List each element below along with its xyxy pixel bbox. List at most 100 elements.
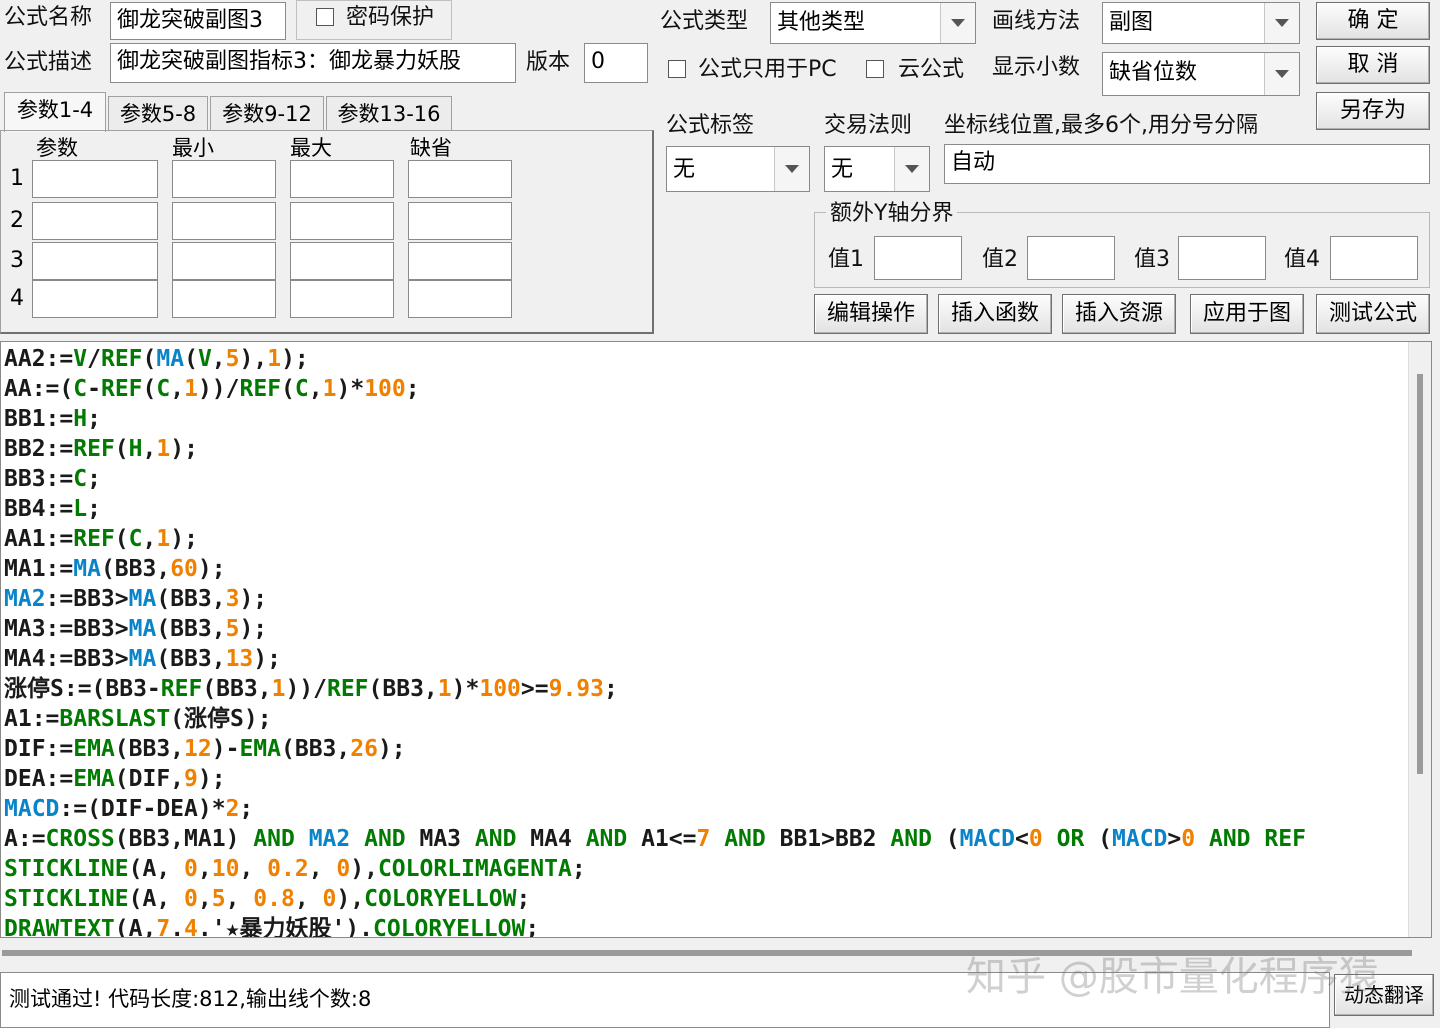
- name-label: 公式名称: [4, 5, 93, 30]
- code-token: AA1:=: [4, 526, 74, 552]
- code-token: V: [197, 346, 212, 372]
- chevron-down-icon[interactable]: [894, 147, 929, 191]
- code-token: ,: [197, 856, 212, 882]
- code-token: 2: [225, 796, 240, 822]
- test-button[interactable]: 测试公式: [1316, 294, 1430, 334]
- axis-input[interactable]: 自动: [944, 144, 1430, 184]
- tab-params-13-16[interactable]: 参数13-16: [326, 96, 452, 130]
- param-1-max[interactable]: [290, 160, 394, 198]
- yaxis-input-1[interactable]: [874, 236, 962, 280]
- yaxis-input-2[interactable]: [1027, 236, 1115, 280]
- param-2-name[interactable]: [32, 202, 158, 240]
- param-4-default[interactable]: [408, 280, 512, 318]
- decimal-select[interactable]: 缺省位数: [1102, 52, 1300, 96]
- code-line: AA2:=V/REF(MA(V,5),1);: [4, 344, 1306, 374]
- type-select[interactable]: 其他类型: [770, 2, 976, 44]
- code-token: BB1:=: [4, 406, 74, 432]
- param-2-min[interactable]: [172, 202, 276, 240]
- desc-input[interactable]: 御龙突破副图指标3：御龙暴力妖股: [110, 43, 516, 83]
- param-3-default[interactable]: [408, 242, 512, 280]
- draw-select[interactable]: 副图: [1102, 2, 1300, 44]
- code-token: ),: [336, 886, 365, 912]
- code-token: ,: [142, 526, 157, 552]
- param-2-default[interactable]: [408, 202, 512, 240]
- yaxis-input-4[interactable]: [1330, 236, 1418, 280]
- type-value: 其他类型: [777, 10, 866, 35]
- chevron-down-icon[interactable]: [1264, 53, 1299, 95]
- code-token: ))/: [197, 376, 240, 402]
- code-token: 0: [184, 886, 198, 912]
- code-token: REF: [239, 376, 282, 402]
- param-4-min[interactable]: [172, 280, 276, 318]
- pc-only-checkbox[interactable]: [668, 60, 686, 78]
- code-token: MA: [73, 556, 101, 582]
- version-label: 版本: [526, 50, 571, 75]
- code-line: MA3:=BB3>MA(BB3,5);: [4, 614, 1306, 644]
- tag-select[interactable]: 无: [666, 146, 810, 192]
- param-3-name[interactable]: [32, 242, 158, 280]
- name-input[interactable]: 御龙突破副图3: [110, 2, 286, 40]
- apply-button[interactable]: 应用于图: [1190, 294, 1304, 334]
- version-input[interactable]: 0: [584, 43, 648, 83]
- insert-function-button[interactable]: 插入函数: [938, 294, 1052, 334]
- param-row-number: 2: [10, 208, 24, 233]
- tab-params-5-8[interactable]: 参数5-8: [108, 96, 208, 130]
- code-token: (: [184, 346, 198, 372]
- param-2-max[interactable]: [290, 202, 394, 240]
- code-line: A1:=BARSLAST(涨停S);: [4, 704, 1306, 734]
- scroll-thumb[interactable]: [1417, 374, 1423, 774]
- yaxis-input-3[interactable]: [1178, 236, 1266, 280]
- param-4-max[interactable]: [290, 280, 394, 318]
- code-token: (: [114, 526, 129, 552]
- tab-params-9-12[interactable]: 参数9-12: [210, 96, 324, 130]
- insert-resource-button[interactable]: 插入资源: [1062, 294, 1176, 334]
- code-token: 5: [211, 886, 226, 912]
- vertical-scrollbar[interactable]: [1408, 342, 1431, 937]
- code-line: DIF:=EMA(BB3,12)-EMA(BB3,26);: [4, 734, 1306, 764]
- chevron-down-icon[interactable]: [774, 147, 809, 191]
- code-editor[interactable]: AA2:=V/REF(MA(V,5),1); AA:=(C-REF(C,1))/R…: [0, 341, 1432, 938]
- code-token: MACD: [4, 796, 60, 822]
- code-token: 0: [1028, 826, 1043, 852]
- code-token: STICKLINE: [4, 856, 129, 882]
- code-token: REF: [73, 436, 115, 462]
- rule-label: 交易法则: [824, 113, 913, 138]
- code-token: -: [87, 376, 101, 402]
- cloud-checkbox[interactable]: [866, 60, 884, 78]
- rule-select[interactable]: 无: [824, 146, 930, 192]
- code-token: 1: [156, 436, 171, 462]
- draw-value: 副图: [1109, 10, 1154, 35]
- code-token: REF: [100, 346, 143, 372]
- code-text: AA2:=V/REF(MA(V,5),1); AA:=(C-REF(C,1))/R…: [4, 344, 1306, 937]
- param-header-name: 参数: [36, 136, 78, 160]
- param-1-default[interactable]: [408, 160, 512, 198]
- param-1-name[interactable]: [32, 160, 158, 198]
- code-token: 100: [479, 676, 521, 702]
- code-token: A:=: [4, 826, 46, 852]
- code-token: 0: [184, 856, 198, 882]
- save-as-button[interactable]: 另存为: [1316, 92, 1430, 130]
- tab-params-1-4[interactable]: 参数1-4: [4, 92, 106, 132]
- cancel-button[interactable]: 取 消: [1316, 46, 1430, 84]
- code-token: );: [239, 586, 268, 612]
- code-token: >=: [520, 676, 549, 702]
- code-token: 26: [350, 736, 378, 762]
- ok-button[interactable]: 确 定: [1316, 2, 1430, 40]
- chevron-down-icon[interactable]: [1264, 3, 1299, 43]
- code-token: AND: [585, 826, 628, 852]
- param-3-min[interactable]: [172, 242, 276, 280]
- code-token: 0.2: [267, 856, 309, 882]
- edit-button[interactable]: 编辑操作: [814, 294, 928, 334]
- code-token: C: [156, 376, 171, 402]
- param-4-name[interactable]: [32, 280, 158, 318]
- param-3-max[interactable]: [290, 242, 394, 280]
- param-1-min[interactable]: [172, 160, 276, 198]
- chevron-down-icon[interactable]: [940, 3, 975, 43]
- code-token: BB2:=: [4, 436, 74, 462]
- code-token: BB4:=: [4, 496, 74, 522]
- code-line: BB2:=REF(H,1);: [4, 434, 1306, 464]
- password-checkbox[interactable]: [316, 8, 334, 26]
- code-token: 5: [225, 346, 240, 372]
